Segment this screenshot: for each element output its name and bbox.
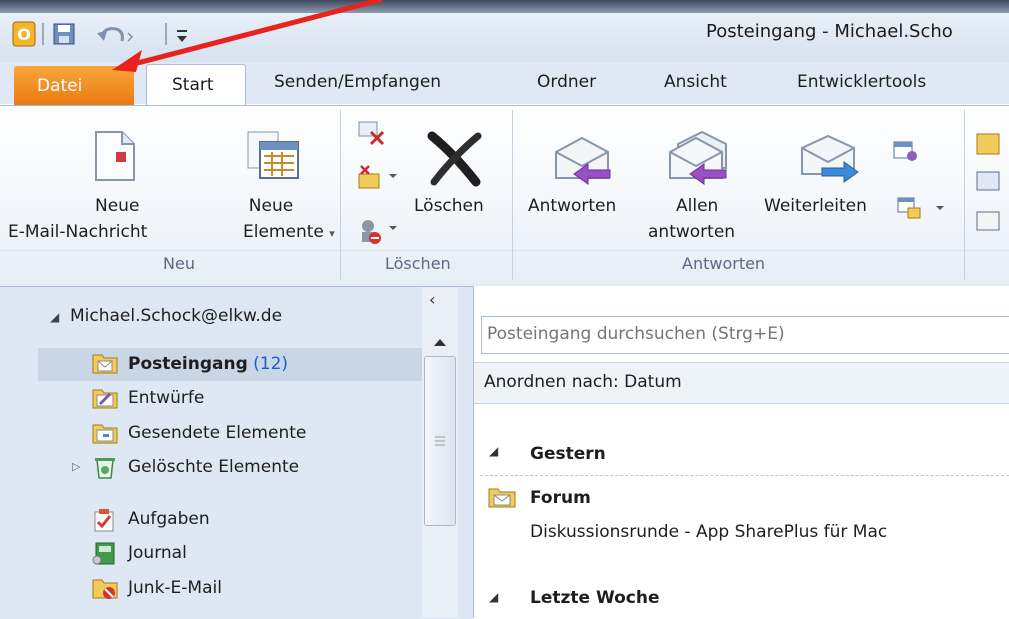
more-respond-icon[interactable] — [896, 194, 952, 229]
separator — [42, 23, 44, 45]
notes-icon — [92, 610, 118, 618]
group-label-antworten: Antworten — [682, 254, 766, 273]
scroll-up-icon[interactable] — [432, 333, 448, 353]
tab-datei[interactable]: Datei — [14, 66, 134, 106]
mail-subject: Diskussionsrunde - App SharePlus für Mac — [530, 522, 888, 542]
group-label-neu: Neu — [163, 254, 195, 273]
nav-journal[interactable]: Journal — [128, 543, 187, 563]
button-label: Elemente ▾ — [243, 222, 335, 242]
folder-posteingang[interactable]: Posteingang (12) — [128, 354, 288, 374]
new-items-button[interactable]: Neue Elemente ▾ — [238, 112, 338, 250]
expand-triangle-icon[interactable]: ▷ — [72, 460, 80, 473]
reply-icon — [552, 134, 616, 191]
button-label: E-Mail-Nachricht — [8, 222, 148, 242]
inbox-folder-icon — [92, 352, 118, 374]
drafts-icon — [92, 387, 118, 409]
search-input[interactable] — [482, 317, 1007, 351]
folder-entwuerfe[interactable]: Entwürfe — [128, 388, 204, 408]
forum-folder-icon — [488, 486, 518, 513]
undo-icon[interactable] — [94, 21, 134, 47]
button-label: Weiterleiten — [764, 196, 867, 216]
divider — [480, 475, 1009, 476]
reply-all-button[interactable]: Allen antworten — [644, 112, 762, 250]
account-name[interactable]: Michael.Schock@elkw.de — [70, 306, 282, 326]
tab-ansicht[interactable]: Ansicht — [664, 72, 727, 92]
arrange-by-label: Anordnen nach: Datum — [484, 372, 682, 392]
group-separator — [512, 110, 513, 280]
navigation-pane — [0, 286, 473, 619]
new-mail-button[interactable]: Neue E-Mail-Nachricht — [0, 112, 238, 250]
reply-button[interactable]: Antworten — [522, 112, 644, 250]
tab-label: Datei — [37, 76, 83, 96]
tab-label: Start — [172, 75, 214, 95]
customize-quick-access-icon[interactable] — [176, 28, 190, 49]
folder-gesendete-elemente[interactable]: Gesendete Elemente — [128, 423, 306, 443]
ignore-icon[interactable] — [357, 118, 387, 151]
nav-aufgaben[interactable]: Aufgaben — [128, 509, 210, 529]
scrollbar-thumb[interactable] — [424, 356, 456, 526]
junk-folder-icon — [92, 577, 118, 599]
delete-button[interactable]: Löschen — [410, 112, 506, 250]
save-icon[interactable] — [52, 21, 76, 47]
group-separator — [340, 110, 341, 280]
button-label: Löschen — [414, 196, 484, 216]
journal-icon — [92, 542, 118, 565]
meeting-icon[interactable] — [892, 138, 918, 167]
group-header-gestern[interactable]: Gestern — [530, 444, 606, 464]
new-items-icon — [246, 130, 302, 187]
button-label: Neue — [248, 196, 294, 216]
group-collapse-icon[interactable]: ◢ — [489, 590, 498, 604]
mail-sender: Forum — [530, 488, 591, 508]
collapse-pane-icon[interactable]: ‹ — [429, 290, 435, 309]
window-title: Posteingang - Michael.Scho — [706, 21, 953, 42]
trash-icon — [92, 456, 118, 479]
separator — [165, 23, 167, 45]
tab-entwicklertools[interactable]: Entwicklertools — [797, 72, 926, 92]
folder-geloeschte-elemente[interactable]: Gelöschte Elemente — [128, 457, 299, 477]
button-label: antworten — [648, 222, 736, 242]
tab-start[interactable]: Start — [146, 64, 246, 107]
group-collapse-icon[interactable]: ◢ — [489, 444, 498, 458]
tab-ordner[interactable]: Ordner — [537, 72, 596, 92]
group-header-letzte-woche[interactable]: Letzte Woche — [530, 588, 660, 608]
collapse-triangle-icon[interactable]: ◢ — [50, 310, 59, 324]
quick-steps-icon[interactable] — [973, 132, 1009, 247]
tasks-icon — [92, 508, 118, 532]
cleanup-icon[interactable] — [357, 164, 403, 199]
folder-junk-e-mail[interactable]: Junk-E-Mail — [128, 578, 222, 598]
delete-x-icon — [424, 130, 486, 193]
forward-button[interactable]: Weiterleiten — [762, 112, 892, 250]
svg-text:O: O — [17, 25, 31, 44]
outlook-logo-icon[interactable]: O — [12, 21, 36, 47]
forward-icon — [798, 132, 862, 189]
divider — [0, 250, 1009, 251]
sent-icon — [92, 422, 118, 444]
reply-all-icon — [666, 130, 732, 191]
button-label: Neue — [95, 196, 140, 216]
group-label-loeschen: Löschen — [385, 254, 451, 273]
group-separator — [964, 110, 965, 280]
new-mail-icon — [90, 128, 140, 189]
button-label: Allen — [676, 196, 719, 216]
button-label: Antworten — [528, 196, 617, 216]
mail-item[interactable]: Forum Diskussionsrunde - App SharePlus f… — [480, 480, 1009, 550]
junk-icon[interactable] — [357, 218, 403, 253]
tab-senden-empfangen[interactable]: Senden/Empfangen — [274, 72, 441, 92]
arrange-by-bar[interactable]: Anordnen nach: Datum — [474, 362, 1009, 404]
search-box[interactable] — [481, 316, 1009, 354]
